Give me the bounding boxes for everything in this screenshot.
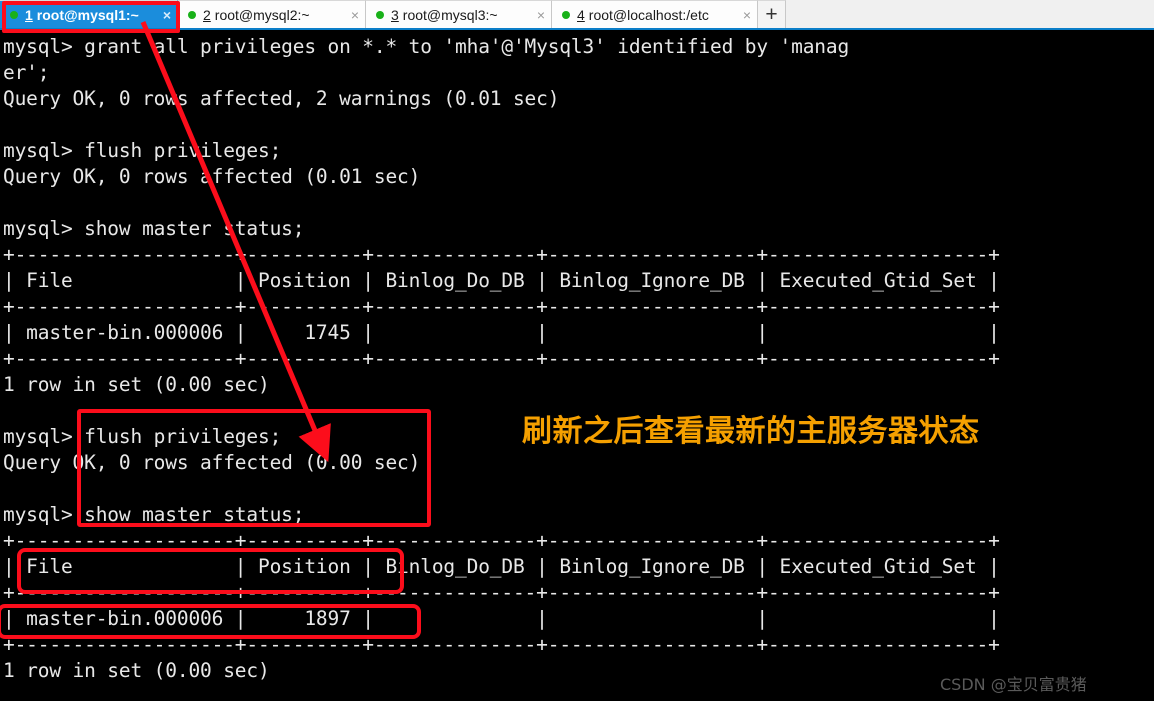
annotation-note-text: 刷新之后查看最新的主服务器状态 xyxy=(522,414,980,449)
terminal-line: Query OK, 0 rows affected, 2 warnings (0… xyxy=(3,87,560,110)
tab-status-dot-icon xyxy=(10,10,18,19)
terminal-line: +-------------------+----------+--------… xyxy=(3,347,1000,370)
tab-bar-filler xyxy=(786,0,1154,28)
tab-number: 3 xyxy=(391,6,399,23)
tab-number: 4 xyxy=(577,6,585,23)
close-icon[interactable]: × xyxy=(533,8,545,22)
terminal-line: Query OK, 0 rows affected (0.01 sec) xyxy=(3,165,421,188)
terminal-window: 1 root@mysql1:~ × 2 root@mysql2:~ × 3 ro… xyxy=(0,0,1154,701)
tab-number: 2 xyxy=(203,6,211,23)
tab-root-mysql3[interactable]: 3 root@mysql3:~ × xyxy=(366,0,552,28)
terminal-line: | master-bin.000006 | 1897 | | | | xyxy=(3,607,1000,630)
terminal-line: +-------------------+----------+--------… xyxy=(3,529,1000,552)
terminal-line: +-------------------+----------+--------… xyxy=(3,243,1000,266)
tab-label: root@mysql2:~ xyxy=(214,6,310,23)
terminal-line: | File | Position | Binlog_Do_DB | Binlo… xyxy=(3,555,1000,578)
tab-root-mysql1[interactable]: 1 root@mysql1:~ × xyxy=(0,0,178,28)
tab-status-dot-icon xyxy=(376,10,384,19)
csdn-watermark: CSDN @宝贝富贵猪 xyxy=(940,675,1087,694)
terminal-line: +-------------------+----------+--------… xyxy=(3,633,1000,656)
terminal-line: | master-bin.000006 | 1745 | | | | xyxy=(3,321,1000,344)
tab-status-dot-icon xyxy=(188,10,196,19)
new-tab-button[interactable]: + xyxy=(758,0,786,28)
tab-status-dot-icon xyxy=(562,10,570,19)
terminal-line: +-------------------+----------+--------… xyxy=(3,295,1000,318)
close-icon[interactable]: × xyxy=(159,8,171,22)
terminal-line: +-------------------+----------+--------… xyxy=(3,581,1000,604)
tab-label: root@mysql1:~ xyxy=(36,6,139,23)
terminal-line: | File | Position | Binlog_Do_DB | Binlo… xyxy=(3,269,1000,292)
close-icon[interactable]: × xyxy=(739,8,751,22)
tab-number: 1 xyxy=(25,6,33,23)
tab-root-mysql2[interactable]: 2 root@mysql2:~ × xyxy=(178,0,366,28)
terminal-line: 1 row in set (0.00 sec) xyxy=(3,373,270,396)
tab-bar: 1 root@mysql1:~ × 2 root@mysql2:~ × 3 ro… xyxy=(0,0,1154,30)
terminal-output[interactable]: mysql> grant all privileges on *.* to 'm… xyxy=(0,30,1154,701)
terminal-line: mysql> show master status; xyxy=(3,217,305,240)
terminal-line: mysql> flush privileges; xyxy=(3,139,282,162)
tab-label: root@mysql3:~ xyxy=(402,6,498,23)
terminal-line: er'; xyxy=(3,61,50,84)
terminal-line: mysql> show master status; xyxy=(3,503,305,526)
tab-label: root@localhost:/etc xyxy=(588,6,709,23)
tab-root-localhost-etc[interactable]: 4 root@localhost:/etc × xyxy=(552,0,758,28)
terminal-line: mysql> grant all privileges on *.* to 'm… xyxy=(3,35,850,58)
terminal-line: Query OK, 0 rows affected (0.00 sec) xyxy=(3,451,421,474)
close-icon[interactable]: × xyxy=(347,8,359,22)
